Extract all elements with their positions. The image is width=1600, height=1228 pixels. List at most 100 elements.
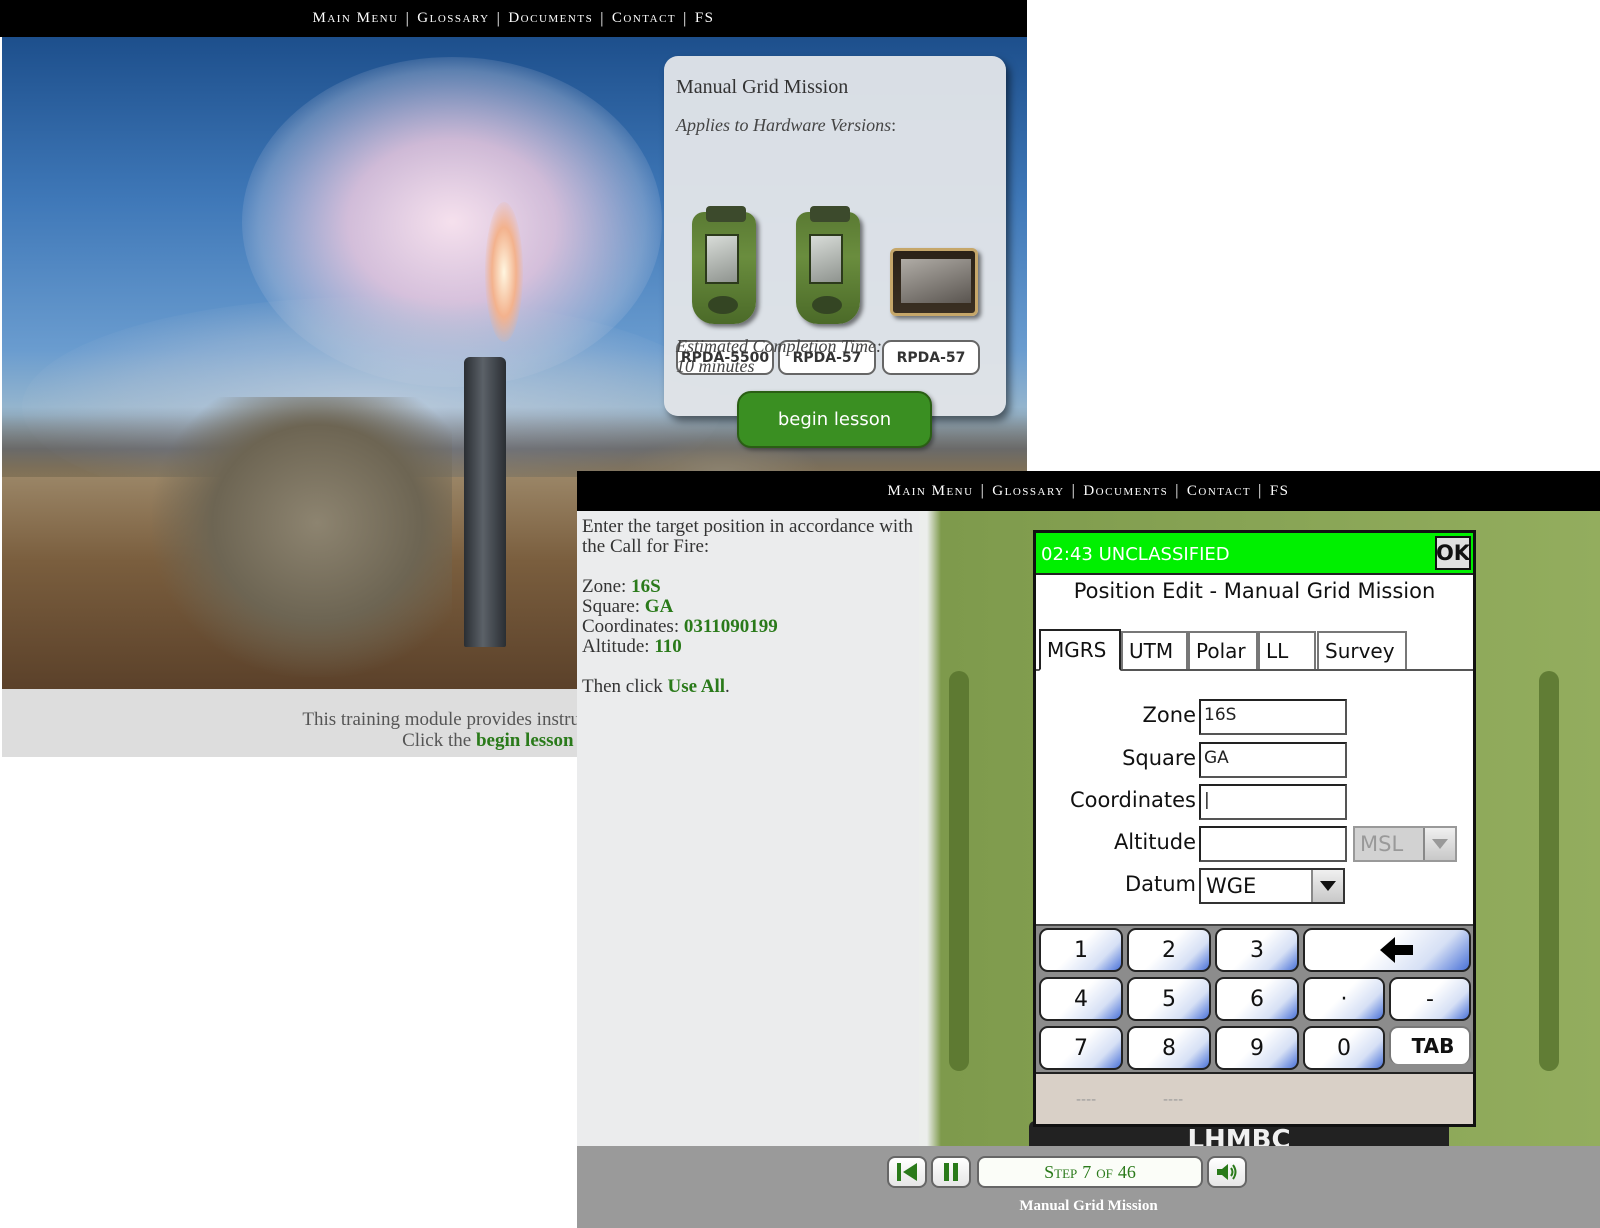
square-input[interactable]: GA: [1199, 742, 1347, 778]
top-nav: Main Menu | Glossary | Documents | Contact |…: [0, 0, 1027, 37]
key-5[interactable]: 5: [1127, 977, 1211, 1021]
est-value: 10 minutes: [676, 356, 755, 376]
ok-button[interactable]: OK: [1435, 536, 1471, 570]
numeric-keypad: 1 2 3 4 5 6 · - 7 8 9 0 TAB: [1036, 924, 1473, 1072]
key-6[interactable]: 6: [1215, 977, 1299, 1021]
step-counter: Step 7 of 46: [977, 1156, 1203, 1188]
square-label: Square:: [582, 596, 645, 617]
datum-field-label: Datum: [1124, 872, 1196, 896]
target-values: Zone: 16S Square: GA Coordinates: 031109…: [582, 577, 914, 657]
then-click: Then click Use All.: [582, 677, 914, 697]
pause-button[interactable]: [931, 1156, 971, 1188]
step-instructions: Enter the target position in accordance …: [577, 511, 919, 1146]
rpda-5500-image: [692, 206, 756, 324]
zone-value: 16S: [631, 576, 661, 597]
altitude-reference-select: MSL: [1353, 826, 1457, 862]
key-tab[interactable]: TAB: [1389, 1026, 1471, 1064]
card-title: Manual Grid Mission: [676, 76, 849, 98]
nav-contact[interactable]: Contact: [605, 10, 683, 27]
step-current: 7: [1082, 1161, 1092, 1182]
footer-placeholder-1: ----: [1076, 1092, 1097, 1108]
datum-select[interactable]: WGE: [1199, 868, 1345, 904]
zone-field-label: Zone: [1142, 703, 1196, 727]
coordinates-input[interactable]: |: [1199, 784, 1347, 820]
key-2[interactable]: 2: [1127, 928, 1211, 972]
nav-documents[interactable]: Documents: [501, 10, 600, 27]
top-nav: Main Menu | Glossary | Documents | Contact |…: [577, 471, 1600, 511]
altitude-row: Altitude: 110: [582, 637, 914, 657]
device-grip-left: [949, 671, 969, 1071]
nav-contact[interactable]: Contact: [1180, 483, 1258, 500]
step-window: Main Menu | Glossary | Documents | Contact |…: [577, 471, 1600, 1228]
key-8[interactable]: 8: [1127, 1026, 1211, 1070]
coordinates-label: Coordinates:: [582, 616, 684, 637]
altitude-reference-value: MSL: [1360, 832, 1404, 856]
use-all-reference: Use All: [667, 676, 725, 697]
begin-lesson-button[interactable]: begin lesson: [737, 391, 932, 448]
key-dot[interactable]: ·: [1303, 977, 1385, 1021]
tab-survey[interactable]: Survey: [1317, 631, 1407, 669]
chevron-down-icon[interactable]: [1311, 870, 1343, 902]
square-row: Square: GA: [582, 597, 914, 617]
coordinates-value: 0311090199: [683, 616, 778, 637]
restart-button[interactable]: [887, 1156, 927, 1188]
backspace-arrow-icon: [1379, 937, 1413, 963]
nav-main-menu[interactable]: Main Menu: [305, 10, 405, 27]
then-pre: Then click: [582, 676, 668, 697]
step-word: Step: [1044, 1161, 1078, 1182]
coordinates-row: Coordinates: 0311090199: [582, 617, 914, 637]
device-screen: [705, 234, 739, 284]
backspace-key[interactable]: [1303, 928, 1471, 972]
device-keypad: [812, 296, 842, 314]
speaker-icon: [1217, 1164, 1237, 1180]
then-post: .: [725, 676, 730, 697]
key-3[interactable]: 3: [1215, 928, 1299, 972]
tablet-image: [890, 248, 978, 316]
key-4[interactable]: 4: [1039, 977, 1123, 1021]
altitude-value: 110: [654, 636, 682, 657]
begin-lesson-link[interactable]: begin lesson: [476, 730, 574, 751]
soldier: [152, 397, 452, 677]
nav-fullscreen[interactable]: FS: [1263, 483, 1297, 500]
key-0[interactable]: 0: [1303, 1026, 1385, 1070]
chevron-down-icon: [1423, 828, 1455, 860]
applies-label: Applies to Hardware Versions:: [676, 115, 994, 136]
muzzle-flash: [485, 202, 523, 342]
nav-glossary[interactable]: Glossary: [985, 483, 1071, 500]
applies-colon: :: [891, 115, 897, 135]
tab-polar[interactable]: Polar: [1188, 631, 1258, 669]
instruction-text: Enter the target position in accordance …: [582, 516, 913, 557]
nav-documents[interactable]: Documents: [1076, 483, 1175, 500]
device-grip-right: [1539, 671, 1559, 1071]
key-1[interactable]: 1: [1039, 928, 1123, 972]
footer-placeholder-2: ----: [1163, 1092, 1184, 1108]
key-7[interactable]: 7: [1039, 1026, 1123, 1070]
rpda-57-image: [796, 206, 860, 324]
status-bar: 02:43 UNCLASSIFIED OK: [1036, 533, 1473, 575]
tab-mgrs[interactable]: MGRS: [1039, 629, 1121, 671]
zone-input[interactable]: 16S: [1199, 699, 1347, 735]
tab-utm[interactable]: UTM: [1121, 631, 1188, 669]
audio-button[interactable]: [1207, 1156, 1247, 1188]
square-field-label: Square: [1122, 746, 1196, 770]
device-clip: [810, 206, 850, 222]
tab-ll[interactable]: LL: [1258, 631, 1316, 669]
key-minus[interactable]: -: [1389, 977, 1471, 1021]
zone-row: Zone: 16S: [582, 577, 914, 597]
device-screen: [901, 259, 971, 303]
skip-back-icon: [897, 1163, 917, 1181]
lesson-info-card: Manual Grid Mission Applies to Hardware …: [664, 56, 1006, 416]
nav-fullscreen[interactable]: FS: [688, 10, 722, 27]
altitude-input[interactable]: [1199, 826, 1347, 862]
pause-icon: [944, 1163, 958, 1181]
key-9[interactable]: 9: [1215, 1026, 1299, 1070]
mortar-tube: [464, 357, 506, 647]
device-screen: 02:43 UNCLASSIFIED OK Position Edit - Ma…: [1033, 530, 1476, 1127]
rpda-57-tablet-button[interactable]: RPDA-57: [882, 340, 980, 375]
estimated-time: Estimated Completion Time: 10 minutes: [676, 336, 882, 376]
coordinates-field-label: Coordinates: [1069, 788, 1196, 812]
step-of: of: [1096, 1161, 1113, 1182]
intro-line-2-pre: Click the: [402, 730, 476, 751]
nav-glossary[interactable]: Glossary: [410, 10, 496, 27]
nav-main-menu[interactable]: Main Menu: [880, 483, 980, 500]
